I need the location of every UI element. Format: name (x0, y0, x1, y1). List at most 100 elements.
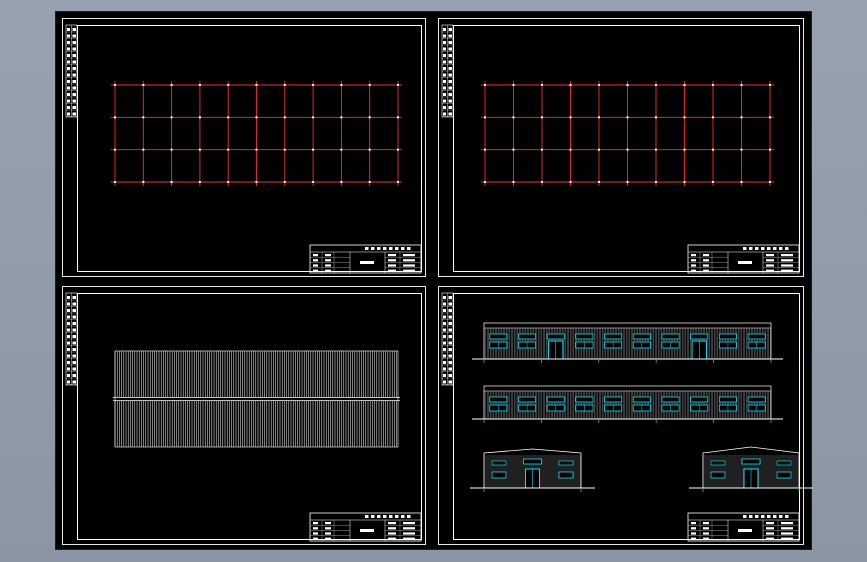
title-block-mark (766, 254, 774, 257)
title-block-mark (743, 247, 747, 250)
title-block-mark (395, 515, 399, 518)
title-block-mark (313, 269, 318, 272)
title-block-mark (383, 247, 387, 250)
title-block-mark (401, 515, 405, 518)
title-block-mark (325, 527, 331, 530)
title-block-mark (691, 537, 696, 540)
title-block-mark (703, 254, 709, 257)
title-block (687, 512, 800, 542)
title-block-mark (755, 247, 759, 250)
title-block-mark (781, 264, 793, 267)
title-block-mark (691, 254, 696, 257)
title-block-mark (755, 515, 759, 518)
title-block-mark (749, 515, 753, 518)
title-block (687, 244, 800, 274)
title-block-mark (703, 269, 709, 272)
sheet-bottom-right[interactable] (438, 286, 813, 545)
title-block-mark (703, 259, 709, 262)
title-block-mark (403, 254, 415, 257)
title-block-mark (781, 527, 793, 530)
title-block-mark (703, 532, 709, 535)
title-block-mark (781, 254, 793, 257)
title-block-mark (325, 264, 331, 267)
title-block-mark (766, 527, 774, 530)
title-block-mark (779, 515, 783, 518)
title-block-mark (383, 515, 387, 518)
title-block-mark (388, 527, 396, 530)
title-block (309, 512, 422, 542)
title-block-mark (781, 259, 793, 262)
title-block-mark (403, 537, 415, 540)
title-block-mark (781, 532, 793, 535)
title-block-drawing-name (360, 261, 374, 264)
title-block-mark (403, 259, 415, 262)
title-block-mark (325, 269, 331, 272)
title-block-mark (389, 515, 393, 518)
title-block-mark (313, 532, 318, 535)
title-block-mark (403, 532, 415, 535)
title-block-mark (691, 259, 696, 262)
title-block-mark (773, 247, 777, 250)
title-block-mark (781, 522, 793, 525)
title-block-mark (388, 264, 396, 267)
title-block-mark (691, 532, 696, 535)
title-block (309, 244, 422, 274)
title-block-mark (781, 269, 793, 272)
title-block-mark (691, 264, 696, 267)
title-block-drawing-name (738, 261, 752, 264)
title-block-mark (691, 269, 696, 272)
title-block-mark (388, 522, 396, 525)
title-block-mark (761, 515, 765, 518)
title-block-mark (691, 527, 696, 530)
title-block-mark (365, 247, 369, 250)
title-block-mark (388, 537, 396, 540)
title-block-mark (766, 264, 774, 267)
sheet-top-left[interactable] (62, 18, 426, 277)
title-block-mark (313, 264, 318, 267)
title-block-mark (703, 537, 709, 540)
title-block-mark (785, 515, 789, 518)
title-block-mark (403, 527, 415, 530)
title-block-mark (325, 259, 331, 262)
title-block-mark (781, 537, 793, 540)
sheet-bottom-left[interactable] (62, 286, 426, 545)
title-block-mark (761, 247, 765, 250)
title-block-mark (407, 515, 411, 518)
title-block-mark (388, 532, 396, 535)
title-block-mark (766, 269, 774, 272)
title-block-mark (407, 247, 411, 250)
sheet-top-right[interactable] (438, 18, 804, 277)
title-block-mark (401, 247, 405, 250)
title-block-drawing-name (738, 529, 752, 532)
title-block-mark (703, 264, 709, 267)
title-block-mark (313, 254, 318, 257)
title-block-mark (325, 254, 331, 257)
title-block-mark (779, 247, 783, 250)
title-block-mark (766, 259, 774, 262)
title-block-mark (388, 269, 396, 272)
title-block-mark (767, 247, 771, 250)
title-block-mark (313, 522, 318, 525)
title-block-mark (388, 259, 396, 262)
title-block-mark (313, 537, 318, 540)
title-block-mark (766, 522, 774, 525)
title-block-mark (313, 527, 318, 530)
title-block-mark (377, 515, 381, 518)
title-block-mark (377, 247, 381, 250)
title-block-mark (403, 264, 415, 267)
title-block-mark (388, 254, 396, 257)
drawing-canvas[interactable] (56, 12, 813, 549)
title-block-mark (773, 515, 777, 518)
title-block-mark (371, 247, 375, 250)
title-block-mark (389, 247, 393, 250)
title-block-mark (403, 269, 415, 272)
title-block-mark (743, 515, 747, 518)
title-block-mark (766, 537, 774, 540)
title-block-mark (325, 522, 331, 525)
title-block-mark (325, 537, 331, 540)
title-block-drawing-name (360, 529, 374, 532)
title-block-mark (365, 515, 369, 518)
title-block-mark (395, 247, 399, 250)
title-block-mark (703, 522, 709, 525)
title-block-mark (691, 522, 696, 525)
